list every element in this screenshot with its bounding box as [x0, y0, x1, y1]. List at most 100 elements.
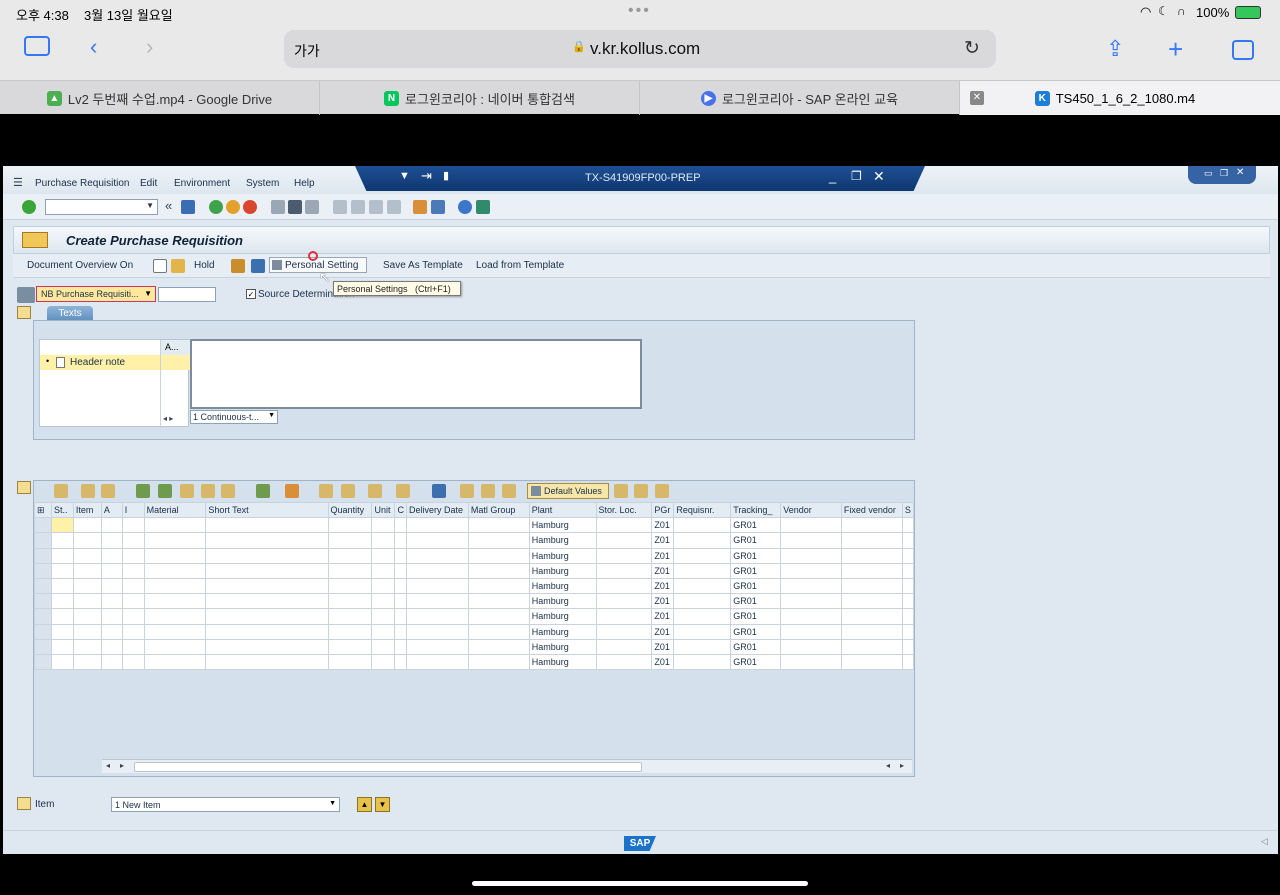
table-cell[interactable] — [405, 638, 469, 655]
plant-cell[interactable]: Hamburg — [528, 577, 597, 595]
table-cell[interactable] — [121, 547, 145, 564]
table-cell[interactable] — [121, 623, 145, 640]
plant-cell[interactable]: Hamburg — [528, 593, 597, 610]
table-cell[interactable] — [595, 623, 653, 640]
plant-cell[interactable]: Hamburg — [528, 623, 597, 640]
table-cell[interactable] — [467, 517, 530, 534]
expand-items-icon[interactable] — [17, 481, 31, 494]
col-s[interactable]: S — [901, 502, 914, 519]
menu-edit[interactable]: Edit — [140, 178, 157, 189]
view-icon[interactable] — [368, 484, 382, 498]
table-cell[interactable] — [143, 608, 207, 625]
restore-icon[interactable]: ❐ — [851, 169, 862, 183]
layout-icon[interactable] — [396, 484, 410, 498]
table-cell[interactable] — [205, 593, 329, 610]
save-as-template-button[interactable]: Save As Template — [383, 260, 463, 271]
table-cell[interactable] — [467, 532, 530, 549]
table-cell[interactable] — [780, 532, 842, 549]
table-cell[interactable] — [327, 532, 373, 549]
table-cell[interactable] — [205, 577, 329, 595]
table-cell[interactable] — [394, 532, 407, 549]
check-icon[interactable] — [231, 259, 245, 273]
pgr-cell[interactable]: Z01 — [651, 517, 675, 534]
table-cell[interactable] — [467, 653, 530, 670]
table-row[interactable]: Hamburg Z01 GR01 — [34, 653, 914, 670]
table-cell[interactable] — [595, 653, 653, 670]
table-cell[interactable] — [143, 532, 207, 549]
table-cell[interactable] — [405, 532, 469, 549]
table-cell[interactable] — [673, 577, 732, 595]
share-icon[interactable]: ⇪ — [1106, 36, 1124, 62]
table-cell[interactable] — [143, 562, 207, 579]
table-cell[interactable] — [840, 517, 903, 534]
table-cell[interactable] — [405, 517, 469, 534]
close-icon[interactable]: ✕ — [873, 168, 885, 185]
table-cell[interactable] — [467, 623, 530, 640]
table-cell[interactable] — [467, 577, 530, 595]
table-cell[interactable] — [121, 562, 145, 579]
table-cell[interactable] — [780, 562, 842, 579]
table-cell[interactable] — [371, 577, 396, 595]
table-cell[interactable] — [595, 562, 653, 579]
select-all-cell[interactable]: ⊞ — [34, 502, 52, 519]
col-delivery-date[interactable]: Delivery Date — [405, 502, 469, 519]
plant-cell[interactable]: Hamburg — [528, 653, 597, 670]
table-cell[interactable] — [901, 532, 914, 549]
columns-icon[interactable] — [614, 484, 628, 498]
table-cell[interactable] — [50, 593, 74, 610]
table-row[interactable]: Hamburg Z01 GR01 — [34, 562, 914, 579]
table-cell[interactable] — [780, 638, 842, 655]
shortcut-icon[interactable] — [431, 200, 445, 214]
table-cell[interactable] — [100, 577, 123, 595]
tracking-cell[interactable]: GR01 — [730, 577, 782, 595]
table-cell[interactable] — [143, 593, 207, 610]
double-chevron-left-icon[interactable]: « — [165, 198, 172, 213]
text-format-select[interactable]: 1 Continuous-t... ▼ — [190, 410, 278, 424]
last-page-icon[interactable] — [387, 200, 401, 214]
tracking-cell[interactable]: GR01 — [730, 623, 782, 640]
table-cell[interactable] — [143, 623, 207, 640]
table-cell[interactable] — [327, 547, 373, 564]
table-cell[interactable] — [371, 653, 396, 670]
table-cell[interactable] — [901, 547, 914, 564]
chevron-down-icon[interactable]: ▼ — [146, 201, 154, 210]
plant-cell[interactable]: Hamburg — [528, 562, 597, 579]
table-cell[interactable] — [901, 577, 914, 595]
table-cell[interactable] — [394, 623, 407, 640]
next-page-icon[interactable] — [369, 200, 383, 214]
pgr-cell[interactable]: Z01 — [651, 653, 675, 670]
table-cell[interactable] — [673, 532, 732, 549]
scrollbar-thumb[interactable] — [134, 762, 642, 772]
table-cell[interactable] — [50, 547, 74, 564]
table-cell[interactable] — [100, 638, 123, 655]
tab-texts[interactable]: Texts — [47, 306, 93, 321]
next-item-button[interactable]: ▼ — [375, 797, 390, 812]
table-cell[interactable] — [143, 653, 207, 670]
table-cell[interactable] — [100, 593, 123, 610]
tabs-overview-icon[interactable] — [1232, 40, 1254, 60]
table-cell[interactable] — [780, 623, 842, 640]
document-overview-button[interactable]: Document Overview On — [27, 260, 133, 271]
table-cell[interactable] — [780, 547, 842, 564]
table-cell[interactable] — [100, 547, 123, 564]
document-number-input[interactable] — [158, 287, 216, 302]
table-cell[interactable] — [467, 638, 530, 655]
find-next-icon[interactable] — [305, 200, 319, 214]
menu-system[interactable]: System — [246, 178, 279, 189]
scroll-left-icon[interactable]: ◂ ▸ — [163, 414, 173, 423]
table-cell[interactable] — [673, 608, 732, 625]
menu-help[interactable]: Help — [294, 178, 315, 189]
table-cell[interactable] — [780, 517, 842, 534]
table-cell[interactable] — [371, 562, 396, 579]
row-selector[interactable] — [34, 623, 52, 640]
row-selector[interactable] — [34, 638, 52, 655]
multitask-dots-icon[interactable]: ••• — [628, 2, 651, 20]
table-cell[interactable] — [143, 517, 207, 534]
hold-button[interactable]: Hold — [194, 260, 215, 271]
tab-google-drive[interactable]: ▲ Lv2 두번째 수업.mp4 - Google Drive — [0, 81, 320, 115]
url-bar[interactable]: 가가 🔒 v.kr.kollus.com ↻ — [284, 30, 996, 68]
transaction-icon[interactable] — [22, 232, 48, 248]
table-cell[interactable] — [394, 653, 407, 670]
find-icon[interactable] — [180, 484, 194, 498]
table-cell[interactable] — [673, 517, 732, 534]
